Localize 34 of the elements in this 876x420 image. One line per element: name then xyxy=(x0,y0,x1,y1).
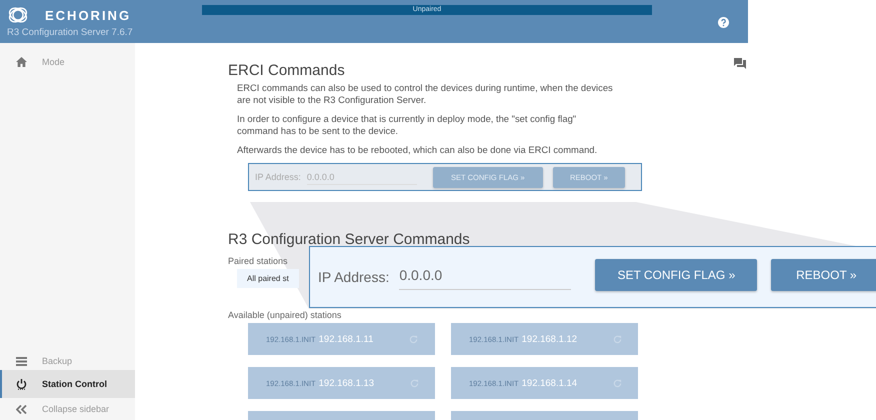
description-text: ERCI commands can also be used to control the devices during runtime, when the devices are not visible to the R3 Configuration Server. xyxy=(237,82,614,106)
available-stations-label: Available (unpaired) stations xyxy=(228,310,342,320)
version-label: R3 Configuration Server 7.6.7 xyxy=(7,27,134,38)
brand-name: ECHORING xyxy=(45,8,132,22)
power-icon xyxy=(16,378,27,390)
set-config-flag-button[interactable]: SET CONFIG FLAG » xyxy=(595,259,758,291)
ip-address-field[interactable]: 0.0.0.0 xyxy=(399,264,572,290)
refresh-icon[interactable] xyxy=(613,334,622,344)
section-title: R3 Configuration Server Commands xyxy=(228,231,470,248)
ip-address-label: IP Address: xyxy=(255,172,301,182)
station-ip: 192.168.1.14 xyxy=(522,378,578,388)
all-paired-stations-button[interactable]: All paired st xyxy=(237,269,299,288)
section-title: ERCI Commands xyxy=(228,62,345,79)
reboot-button[interactable]: REBOOT » xyxy=(771,259,876,291)
refresh-icon[interactable] xyxy=(410,378,420,388)
double-chevron-icon xyxy=(16,404,27,414)
refresh-icon[interactable] xyxy=(409,334,418,344)
home-icon xyxy=(16,57,27,67)
collapse-sidebar-button[interactable]: Collapse sidebar xyxy=(0,398,135,420)
ip-address-label: IP Address: xyxy=(318,269,390,285)
description-text: Afterwards the device has to be rebooted, which can also be done via ERCI command. xyxy=(237,144,598,156)
sidebar-item[interactable]: Station Control xyxy=(0,370,135,398)
station-ip: 192.168.1.13 xyxy=(318,378,374,388)
sidebar-item[interactable]: Backup xyxy=(0,352,135,370)
paired-stations-label: Paired stations xyxy=(228,256,289,266)
list-icon xyxy=(16,356,27,366)
chat-icon[interactable] xyxy=(734,58,746,69)
station-ip: 192.168.1.12 xyxy=(522,334,578,344)
refresh-icon[interactable] xyxy=(613,378,622,388)
help-icon[interactable] xyxy=(718,17,729,28)
description-text: In order to configure a device that is currently in deploy mode, the "set config flag" command has to be sent to the device. xyxy=(237,113,578,137)
sidebar-item[interactable]: Mode xyxy=(0,53,135,71)
logo-icon xyxy=(7,5,29,25)
station-ip: 192.168.1.11 xyxy=(318,334,374,344)
